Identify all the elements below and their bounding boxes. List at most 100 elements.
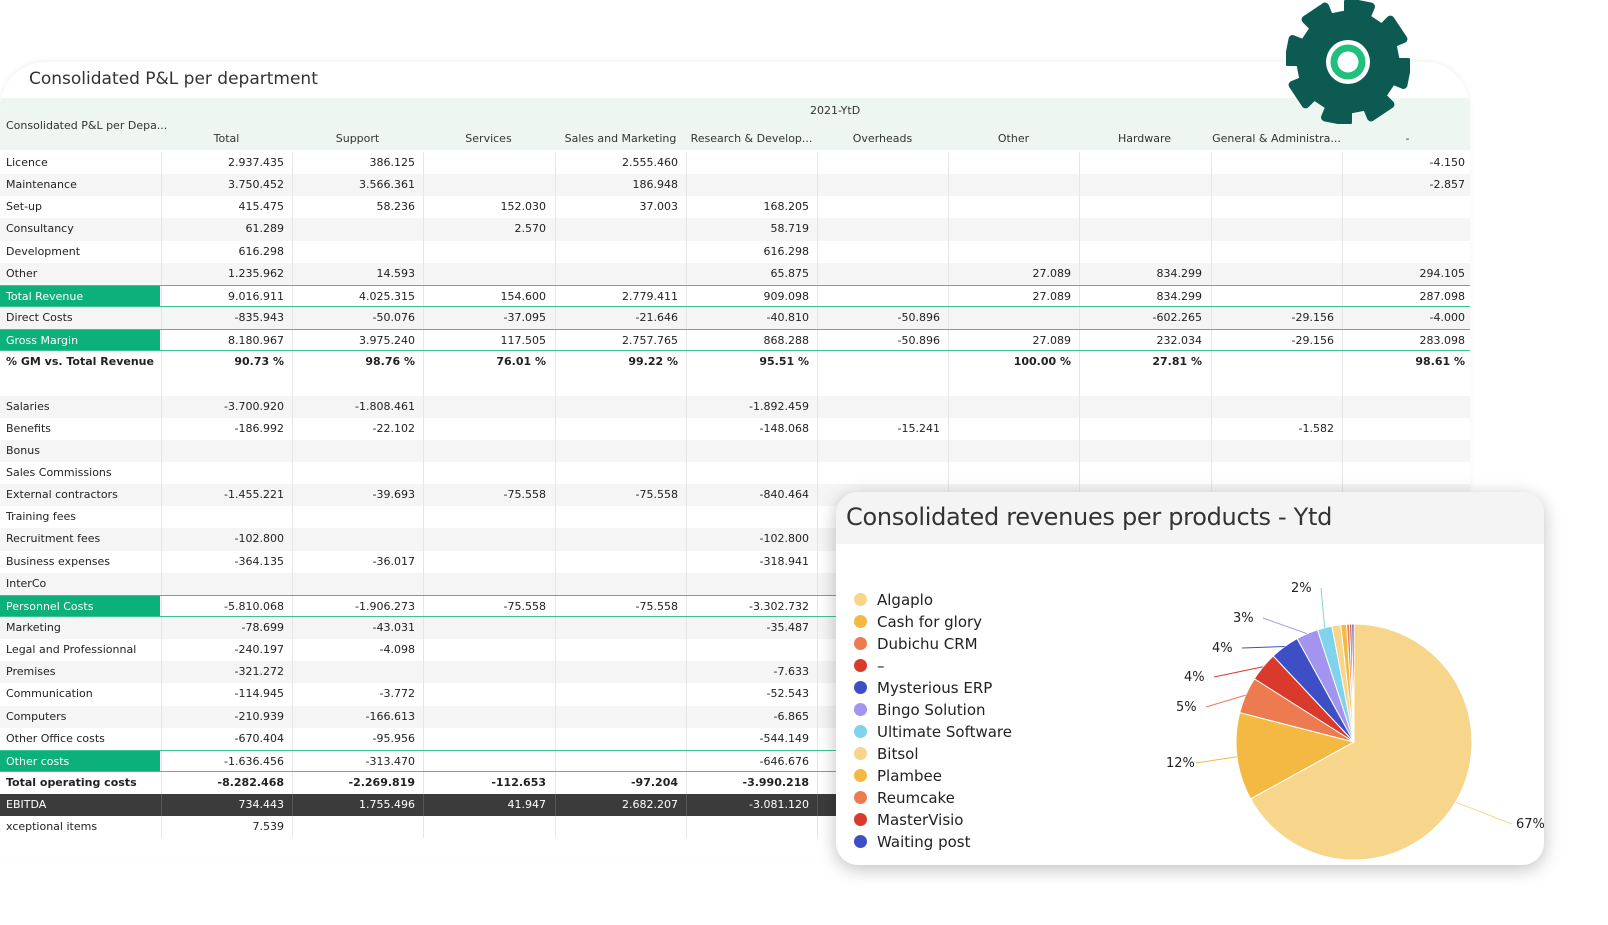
table-cell — [423, 528, 554, 551]
table-row[interactable]: Bonus — [0, 439, 1470, 462]
table-cell: 3.566.361 — [292, 174, 423, 197]
table-cell: -5.810.068 — [161, 595, 292, 616]
table-cell — [555, 639, 686, 662]
table-cell: 294.105 — [1342, 262, 1470, 285]
table-cell: -646.676 — [686, 750, 817, 771]
table-cell: -1.808.461 — [292, 395, 423, 418]
table-cell: 232.034 — [1079, 330, 1210, 351]
table-cell — [292, 240, 423, 263]
pie-data-label: 3% — [1233, 611, 1254, 626]
table-cell: -1.892.459 — [686, 395, 817, 418]
table-cell — [1211, 351, 1342, 374]
table-row[interactable]: Benefits -186.992 -22.102 -148.068 -15.241 -1… — [0, 417, 1470, 440]
column-header[interactable]: Other — [948, 132, 1079, 145]
legend-swatch — [854, 747, 867, 760]
table-cell — [1211, 262, 1342, 285]
table-cell — [292, 461, 423, 485]
table-row[interactable]: Consultancy 61.289 2.570 58.719 — [0, 218, 1470, 241]
table-cell: 58.236 — [292, 196, 423, 219]
table-cell: 95.51 % — [686, 351, 817, 374]
table-cell: -95.956 — [292, 727, 423, 750]
column-header[interactable]: Hardware — [1079, 132, 1210, 145]
table-cell — [1079, 439, 1210, 462]
table-row[interactable]: % GM vs. Total Revenue 90.73 % 98.76 % 76.0… — [0, 351, 1470, 374]
column-header[interactable]: - — [1342, 132, 1470, 145]
column-header[interactable]: Support — [292, 132, 423, 145]
table-cell: -1.582 — [1211, 417, 1342, 440]
table-cell — [423, 506, 554, 529]
table-cell: 734.443 — [161, 794, 292, 817]
row-label: InterCo — [6, 576, 47, 590]
table-cell — [555, 506, 686, 529]
table-cell — [1079, 373, 1210, 396]
column-header[interactable]: Overheads — [817, 132, 948, 145]
corner-header-label[interactable]: Consolidated P&L per Depa... — [6, 119, 167, 132]
table-cell — [1342, 373, 1470, 396]
legend-label: Bingo Solution — [877, 701, 986, 719]
table-cell — [423, 174, 554, 197]
table-cell — [1211, 196, 1342, 219]
row-label: Recruitment fees — [6, 532, 101, 546]
table-cell: 909.098 — [686, 285, 817, 306]
table-cell: -7.633 — [686, 661, 817, 684]
table-cell: 58.719 — [686, 218, 817, 241]
column-header[interactable]: Services — [423, 132, 554, 145]
table-cell — [423, 373, 554, 396]
table-cell: 27.089 — [948, 285, 1079, 306]
table-cell — [686, 152, 817, 175]
table-row[interactable]: Total Revenue 9.016.911 4.025.315 154.600 2.… — [0, 284, 1470, 307]
pie-data-label: 67% — [1516, 817, 1544, 832]
table-cell — [555, 816, 686, 839]
table-cell: 117.505 — [423, 330, 554, 351]
row-label: Direct Costs — [6, 310, 73, 324]
table-cell — [423, 262, 554, 285]
table-row[interactable]: Direct Costs -835.943 -50.076 -37.095 -21.64… — [0, 306, 1470, 330]
gear-icon[interactable] — [1286, 0, 1410, 124]
table-row[interactable]: Gross Margin 8.180.967 3.975.240 117.505 2.7… — [0, 329, 1470, 352]
table-row[interactable]: Development 616.298 616.298 — [0, 240, 1470, 263]
table-cell: -4.150 — [1342, 152, 1470, 175]
revenue-chart-card: Consolidated revenues per products - Ytd… — [836, 492, 1544, 865]
table-cell: 65.875 — [686, 262, 817, 285]
column-header[interactable]: General & Administra... — [1211, 132, 1342, 145]
row-label: Communication — [6, 687, 93, 701]
table-cell — [1342, 417, 1470, 440]
table-row[interactable]: Salaries -3.700.920 -1.808.461 -1.892.459 — [0, 395, 1470, 418]
table-cell: -43.031 — [292, 616, 423, 640]
column-header[interactable]: Total — [161, 132, 292, 145]
row-label — [0, 373, 160, 395]
table-cell: -75.558 — [423, 484, 554, 507]
table-cell: 2.779.411 — [555, 285, 686, 306]
table-cell — [1211, 240, 1342, 263]
period-group-label: 2021-YtD — [810, 104, 861, 117]
table-row[interactable]: Maintenance 3.750.452 3.566.361 186.948 -2.8… — [0, 174, 1470, 197]
table-cell — [686, 174, 817, 197]
table-row[interactable]: Sales Commissions — [0, 461, 1470, 485]
pie-leader-line — [1213, 666, 1264, 678]
table-cell: -50.076 — [292, 306, 423, 330]
column-header[interactable]: Research & Develop... — [686, 132, 817, 145]
table-cell — [555, 616, 686, 640]
table-cell: -35.487 — [686, 616, 817, 640]
pie-data-label: 2% — [1291, 581, 1312, 596]
table-cell — [423, 639, 554, 662]
table-cell: -8.282.468 — [161, 771, 292, 795]
row-label: EBITDA — [6, 798, 47, 812]
table-row[interactable]: Set-up 415.475 58.236 152.030 37.003 168.205 — [0, 196, 1470, 219]
column-header[interactable]: Sales and Marketing — [555, 132, 686, 145]
row-label: Salaries — [6, 399, 50, 413]
table-cell — [948, 417, 1079, 440]
table-cell — [1342, 240, 1470, 263]
table-row[interactable]: Licence 2.937.435 386.125 2.555.460 -4.150 — [0, 152, 1470, 175]
table-cell: 868.288 — [686, 330, 817, 351]
table-cell: -78.699 — [161, 616, 292, 640]
table-cell — [292, 572, 423, 595]
table-cell: 98.76 % — [292, 351, 423, 374]
table-cell — [555, 439, 686, 462]
table-row[interactable]: Other 1.235.962 14.593 65.875 27.089 834.299 2… — [0, 262, 1470, 285]
table-cell — [423, 727, 554, 750]
table-row[interactable] — [0, 373, 1470, 396]
table-cell — [292, 528, 423, 551]
table-cell — [686, 816, 817, 839]
row-label: Bonus — [6, 443, 40, 457]
